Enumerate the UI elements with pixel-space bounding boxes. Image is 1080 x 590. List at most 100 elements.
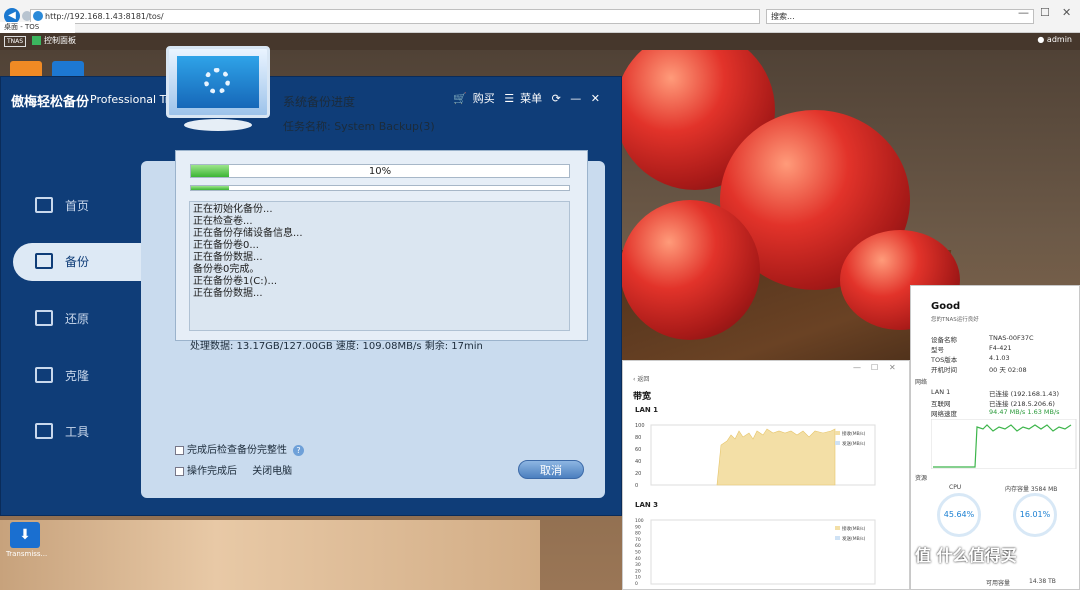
close-icon[interactable]: ✕ [1062, 6, 1071, 19]
memory-label: 内存容量 3584 MB [1005, 486, 1058, 493]
minimize-icon[interactable]: — [1018, 6, 1029, 19]
net-label: LAN 1 [931, 388, 951, 396]
sidebar-item-label: 备份 [65, 255, 90, 269]
log-line: 备份卷0完成。 [193, 264, 260, 275]
apple-image [620, 200, 760, 340]
table-surface [0, 520, 540, 590]
sidebar-item-home[interactable]: 首页 [13, 187, 141, 225]
shutdown-select[interactable]: 关闭电脑 [252, 466, 292, 477]
progress-bar: 10% [190, 164, 570, 178]
download-icon[interactable]: ⬇ [10, 522, 40, 548]
transmission-label[interactable]: Transmiss... [6, 550, 47, 558]
lan3-chart: 100 90 80 70 60 50 40 30 20 10 0 接收(MB/s… [635, 518, 876, 586]
available-value: 14.38 TB [1029, 578, 1056, 585]
y-tick: 20 [635, 568, 641, 574]
legend-rx-swatch [835, 526, 840, 530]
y-tick: 70 [635, 537, 641, 543]
y-tick: 80 [635, 435, 641, 441]
minimize-icon[interactable]: — [853, 363, 861, 372]
status-headline: Good [931, 301, 961, 312]
network-speed-graph [931, 419, 1077, 469]
info-label: 开机时间 [931, 366, 957, 374]
restore-icon [35, 310, 53, 326]
back-link[interactable]: ‹ 返回 [633, 374, 649, 383]
refresh-icon[interactable]: ⟳ [552, 92, 561, 105]
tab-desktop[interactable]: 桌面 - TOS [0, 22, 75, 33]
graph-frame [931, 419, 1077, 469]
menu-icon[interactable]: ☰ [504, 92, 514, 105]
y-tick: 90 [635, 524, 641, 530]
y-tick: 60 [635, 447, 641, 453]
minimize-icon[interactable]: — [570, 92, 581, 105]
backup-icon [35, 253, 53, 269]
sidebar-item-clone[interactable]: 克隆 [13, 357, 141, 395]
rx-line [933, 424, 1072, 468]
sidebar-item-label: 工具 [65, 425, 90, 439]
sidebar-item-tools[interactable]: 工具 [13, 413, 141, 451]
checkbox[interactable] [175, 445, 184, 455]
monitor-illustration [166, 46, 270, 118]
lan3-label: LAN 3 [635, 501, 659, 509]
net-row: 网络速度 94.47 MB/s 1.63 MB/s [931, 408, 1076, 418]
user-icon[interactable]: ● [1037, 35, 1047, 44]
check-integrity-label: 完成后检查备份完整性 [187, 445, 287, 456]
y-tick: 0 [635, 483, 638, 487]
y-tick: 30 [635, 562, 641, 568]
y-tick: 40 [635, 459, 641, 465]
status-subtitle: 您的TNAS运行良好 [931, 317, 979, 323]
rx-area [716, 428, 836, 486]
sub-progress-bar [190, 185, 570, 191]
legend-tx: 发送(MB/s) [842, 535, 866, 542]
tnas-logo[interactable]: TNAS [4, 36, 26, 47]
panel-title: 系统备份进度 [283, 95, 356, 109]
lan1-chart: 100 80 60 40 20 0 接收(MB/s) 发送(MB/s) [635, 423, 876, 487]
home-icon [35, 197, 53, 213]
log-line: 正在备份数据... [193, 288, 263, 299]
cpu-gauge: 45.64% [937, 493, 981, 537]
cart-icon[interactable]: 🛒 [453, 92, 467, 105]
lan1-label: LAN 1 [635, 406, 659, 414]
legend-rx-swatch [835, 431, 840, 435]
sidebar-item-restore[interactable]: 还原 [13, 300, 141, 338]
close-icon[interactable]: ✕ [591, 92, 600, 105]
control-panel-icon [32, 36, 41, 45]
maximize-icon[interactable]: ☐ [1040, 6, 1050, 19]
search-input[interactable]: 搜索... [766, 9, 1034, 24]
info-value: TNAS-00F37C [989, 334, 1034, 342]
checkbox[interactable] [175, 466, 184, 476]
net-label: 互联网 [931, 400, 951, 408]
y-tick: 100 [635, 423, 645, 429]
bandwidth-window: — ☐ ✕ ‹ 返回 带宽 LAN 1 100 80 60 40 20 0 接收… [622, 360, 910, 590]
system-tray: ● admin [1037, 35, 1072, 44]
legend-tx-swatch [835, 536, 840, 540]
task-name: 任务名称: System Backup(3) [283, 120, 435, 133]
legend-tx-swatch [835, 441, 840, 445]
tools-icon [35, 423, 53, 439]
after-complete-option[interactable]: 操作完成后 关闭电脑 [175, 462, 292, 477]
info-row: 设备名称 TNAS-00F37C [931, 334, 1076, 344]
cancel-button[interactable]: 取消 [518, 460, 584, 479]
check-integrity-option[interactable]: 完成后检查备份完整性? [175, 441, 304, 456]
y-tick: 60 [635, 543, 641, 549]
control-panel-tab[interactable]: 控制面板 [32, 35, 76, 46]
memory-gauge: 16.01% [1013, 493, 1057, 537]
y-tick: 10 [635, 575, 641, 581]
net-value: 已连接 (218.5.206.6) [989, 400, 1055, 408]
log-line: 正在备份数据... [193, 252, 263, 263]
log-line: 正在初始化备份... [193, 204, 273, 215]
net-value: 已连接 (192.168.1.43) [989, 390, 1060, 398]
log-line: 正在备份卷1(C:)... [193, 276, 278, 287]
monitor-base [184, 119, 252, 131]
help-icon[interactable]: ? [293, 445, 304, 456]
sidebar-item-backup[interactable]: 备份 [13, 243, 153, 281]
menu-button[interactable]: 菜单 [520, 92, 542, 105]
cpu-label: CPU [949, 484, 962, 491]
close-icon[interactable]: ✕ [889, 363, 896, 372]
info-value: 4.1.03 [989, 354, 1010, 362]
clone-icon [35, 367, 53, 383]
log-line: 正在检查卷... [193, 216, 253, 227]
user-name[interactable]: admin [1047, 35, 1072, 44]
maximize-icon[interactable]: ☐ [871, 363, 878, 372]
buy-button[interactable]: 购买 [473, 92, 495, 105]
search-placeholder: 搜索... [771, 12, 795, 21]
